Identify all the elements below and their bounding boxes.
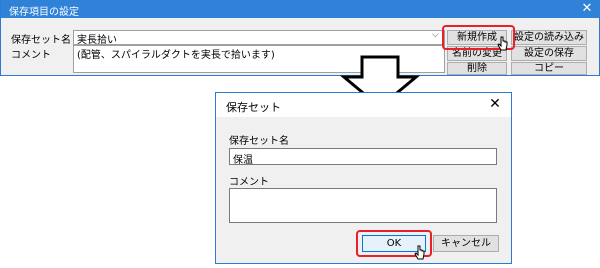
dialog-titlebar: 保存セット ✕ [216,93,511,117]
comment-label: コメント [11,50,51,61]
mouse-cursor-icon [497,36,508,51]
dialog-title: 保存セット [226,101,281,114]
set-name-value: 実長拾い [77,35,117,46]
load-settings-button[interactable]: 設定の読み込み [511,30,587,45]
cancel-button[interactable]: キャンセル [433,235,499,252]
dialog-comment-field[interactable] [229,188,497,223]
chevron-down-icon[interactable]: ⌵ [432,30,439,40]
save-set-dialog: 保存セット ✕ 保存セット名 保温 コメント OK キャンセル [215,92,512,264]
delete-button[interactable]: 削除 [447,62,507,75]
dialog-close-icon[interactable]: ✕ [486,96,504,112]
dialog-name-input[interactable]: 保温 [229,148,497,166]
settings-close-icon[interactable]: ✕ [579,1,595,16]
dialog-name-value: 保温 [233,155,253,166]
dialog-name-label: 保存セット名 [229,136,289,147]
set-name-combobox[interactable]: 実長拾い ⌵ [73,30,445,46]
copy-button[interactable]: コピー [511,62,587,75]
mouse-cursor-icon [414,245,425,260]
dialog-comment-label: コメント [229,177,269,188]
comment-value: (配管、スパイラルダクトを実長で拾います) [77,50,275,61]
settings-titlebar: 保存項目の設定 ✕ [1,0,600,18]
settings-window: 保存項目の設定 ✕ 保存セット名 コメント 実長拾い ⌵ (配管、スパイラルダク… [0,0,600,76]
settings-title: 保存項目の設定 [9,7,79,18]
set-name-label: 保存セット名 [11,35,71,46]
save-settings-button[interactable]: 設定の保存 [511,46,587,61]
